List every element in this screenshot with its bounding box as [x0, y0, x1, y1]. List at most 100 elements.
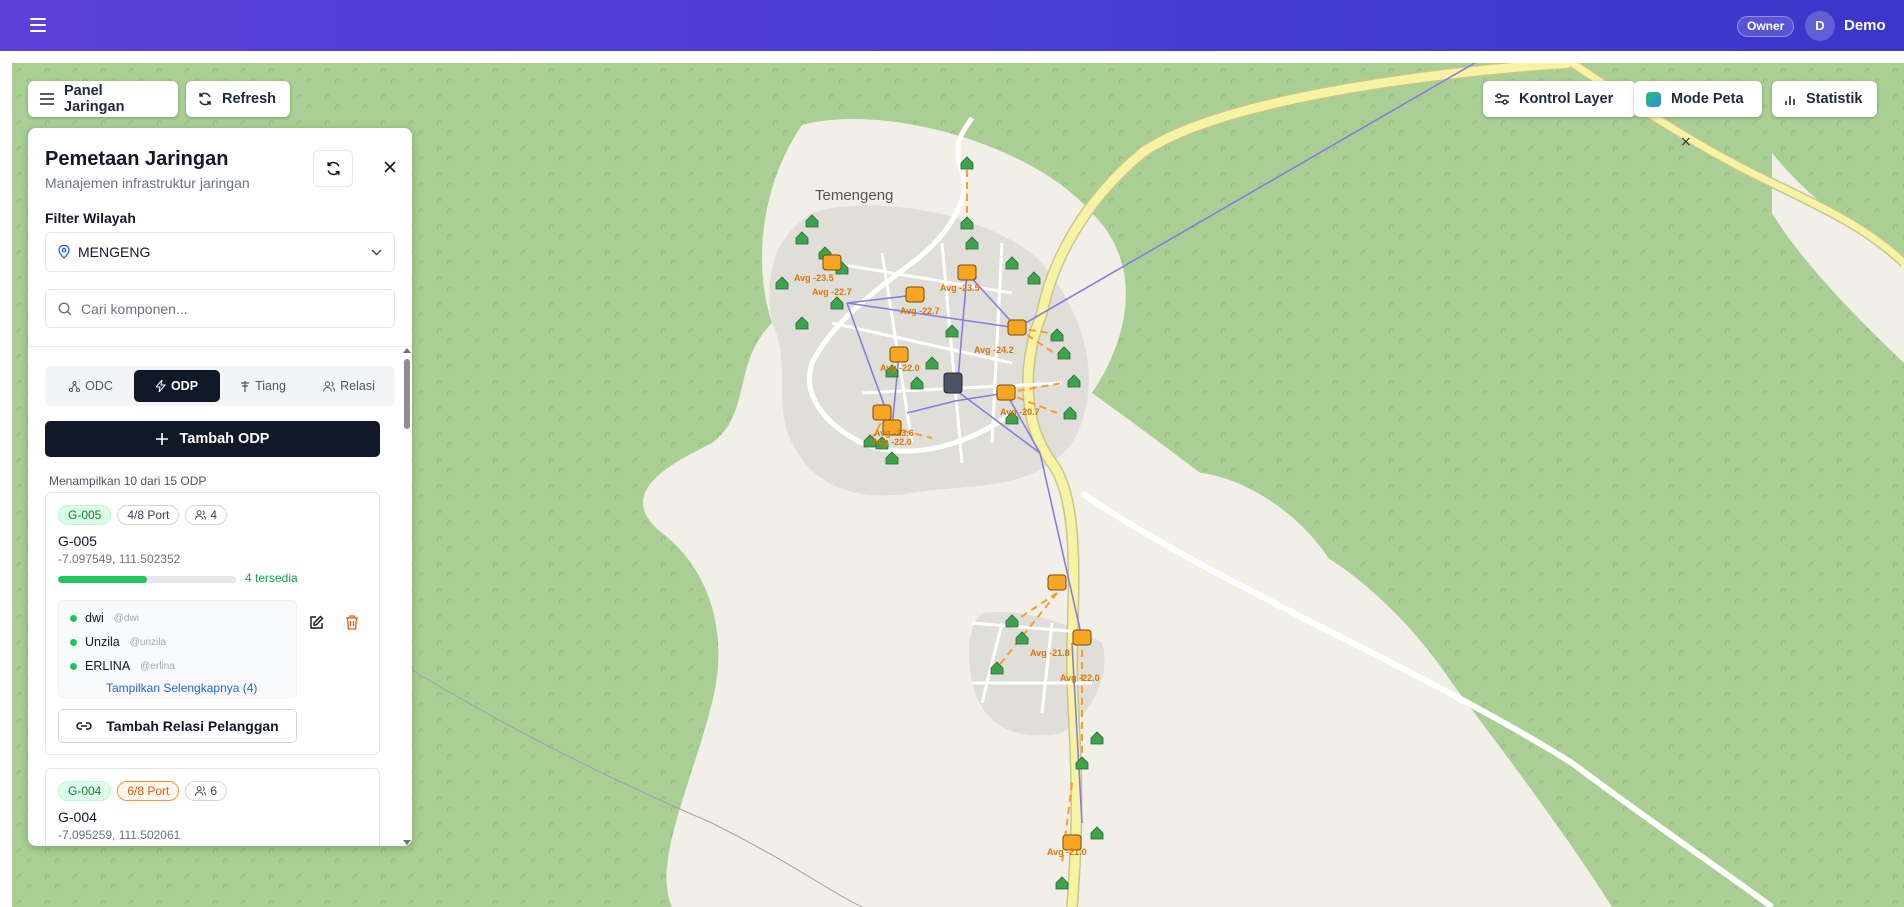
odp-card[interactable]: G-004 6/8 Port 6 G-004 -7.095259, 111.50…: [45, 768, 380, 846]
tab-odp[interactable]: ODP: [134, 370, 220, 402]
top-navbar: Owner D Demo: [0, 0, 1904, 51]
customer-name: ERLINA: [85, 659, 131, 673]
odp-coordinates: -7.095259, 111.502061: [58, 828, 181, 842]
avg-signal-label: Avg -22.0: [872, 437, 912, 447]
online-status-dot: [70, 662, 77, 670]
avatar[interactable]: D: [1805, 11, 1835, 41]
scroll-up-arrow[interactable]: [403, 348, 411, 353]
panel-subtitle: Manajemen infrastruktur jaringan: [45, 175, 250, 191]
component-tabs: ODC ODP Tiang Relasi: [45, 366, 395, 406]
map-marker-x: ×: [1680, 134, 1692, 150]
mode-peta-button[interactable]: Mode Peta: [1634, 81, 1762, 117]
online-status-dot: [70, 638, 77, 646]
edit-icon: [309, 615, 323, 629]
avg-signal-label: Avg -22.7: [812, 287, 852, 297]
filter-label: Filter Wilayah: [45, 210, 136, 226]
panel-refresh-button[interactable]: [313, 150, 353, 187]
scroll-down-arrow[interactable]: [403, 840, 411, 845]
tab-relasi[interactable]: Relasi: [306, 370, 392, 402]
pole-icon: [241, 381, 250, 392]
customer-count-badge: 4: [185, 505, 228, 525]
delete-button[interactable]: [342, 612, 362, 632]
customer-item[interactable]: ERLINA @erlina: [70, 659, 175, 673]
odp-card[interactable]: G-005 4/8 Port 4 G-005 -7.097549, 111.50…: [45, 492, 380, 755]
panel-scroll-area[interactable]: ODC ODP Tiang Relasi Tambah ODP Menampil…: [28, 347, 412, 846]
add-customer-relation-button[interactable]: Tambah Relasi Pelanggan: [58, 709, 297, 743]
customer-count: 6: [210, 784, 218, 798]
avg-signal-label: Avg -23.6: [874, 428, 914, 438]
odp-marker[interactable]: [822, 254, 842, 271]
avg-signal-label: Avg -22.7: [900, 306, 940, 316]
add-odp-label: Tambah ODP: [179, 431, 270, 447]
bar-chart-icon: [1785, 96, 1795, 105]
avg-signal-label: Avg -23.5: [794, 273, 834, 283]
user-name[interactable]: Demo: [1844, 17, 1886, 34]
odp-marker[interactable]: [957, 264, 977, 281]
avg-signal-label: Avg -24.2: [974, 345, 1014, 355]
statistik-label: Statistik: [1806, 91, 1863, 107]
panel-jaringan-label: Panel Jaringan: [64, 83, 125, 115]
odp-marker[interactable]: [1072, 629, 1092, 646]
tab-tiang-label: Tiang: [255, 379, 286, 393]
kontrol-layer-label: Kontrol Layer: [1519, 91, 1614, 107]
panel-close-button[interactable]: [378, 155, 402, 179]
customer-count: 4: [210, 508, 218, 522]
odp-marker[interactable]: [1007, 319, 1027, 336]
odp-marker[interactable]: [889, 346, 909, 363]
component-search[interactable]: [45, 289, 395, 328]
customer-username: @dwi: [113, 612, 139, 624]
chevron-down-icon: [371, 249, 382, 255]
odc-marker[interactable]: [943, 372, 963, 394]
statistik-button[interactable]: Statistik: [1772, 81, 1877, 117]
customer-count-badge: 6: [185, 781, 228, 801]
edit-button[interactable]: [306, 612, 326, 632]
customer-name: dwi: [85, 611, 104, 625]
refresh-label: Refresh: [222, 91, 276, 107]
close-icon: [384, 161, 396, 173]
tab-odc[interactable]: ODC: [48, 370, 134, 402]
add-relation-label: Tambah Relasi Pelanggan: [106, 718, 279, 734]
avg-signal-label: Avg -22.0: [1060, 673, 1100, 683]
available-ports: 4 tersedia: [245, 571, 298, 585]
hamburger-icon[interactable]: [30, 18, 46, 32]
port-usage-fill: [58, 576, 147, 583]
sliders-icon: [1495, 93, 1509, 105]
panel-jaringan-button[interactable]: Panel Jaringan: [28, 81, 178, 117]
panel-scrollbar[interactable]: [402, 347, 412, 846]
avg-signal-label: Avg -23.5: [940, 283, 980, 293]
odp-marker[interactable]: [996, 384, 1016, 401]
panel-title: Pemetaan Jaringan: [45, 148, 229, 170]
port-usage-bar: [58, 576, 236, 583]
port-badge: 4/8 Port: [117, 505, 180, 525]
search-input[interactable]: [81, 300, 382, 317]
odp-code-badge: G-004: [58, 781, 112, 801]
tab-odp-label: ODP: [170, 379, 199, 393]
map-mode-icon: [1646, 91, 1661, 107]
trash-icon: [346, 614, 358, 630]
region-filter-value: MENGENG: [78, 244, 151, 260]
network-icon: [69, 380, 81, 392]
customer-item[interactable]: Unzila @unzila: [70, 635, 166, 649]
map-pin-icon: [58, 245, 70, 259]
odp-badges: G-004 6/8 Port 6: [58, 781, 228, 801]
customer-name: Unzila: [85, 635, 120, 649]
online-status-dot: [70, 614, 77, 622]
odp-name: G-004: [58, 809, 97, 825]
refresh-button[interactable]: Refresh: [186, 81, 290, 117]
network-panel: Pemetaan Jaringan Manajemen infrastruktu…: [28, 128, 412, 846]
tab-odc-label: ODC: [85, 379, 113, 393]
odp-marker[interactable]: [872, 404, 892, 421]
users-icon: [195, 786, 207, 796]
avg-signal-label: Avg -20.7: [1000, 407, 1040, 417]
kontrol-layer-button[interactable]: Kontrol Layer: [1483, 81, 1636, 117]
avg-signal-label: Avg -22.0: [880, 363, 920, 373]
odp-marker[interactable]: [905, 286, 925, 303]
customer-item[interactable]: dwi @dwi: [70, 611, 139, 625]
scroll-thumb[interactable]: [404, 359, 410, 429]
link-icon: [76, 722, 92, 730]
add-odp-button[interactable]: Tambah ODP: [45, 421, 380, 457]
tab-tiang[interactable]: Tiang: [220, 370, 306, 402]
region-filter-select[interactable]: MENGENG: [45, 232, 395, 272]
odp-marker[interactable]: [1047, 574, 1067, 591]
show-more-link[interactable]: Tampilkan Selengkapnya (4): [106, 681, 257, 695]
